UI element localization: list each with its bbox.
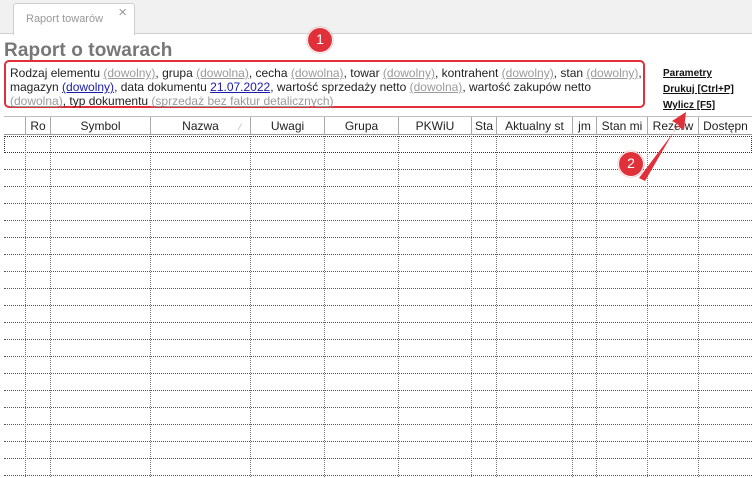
filter-label: , stan [553, 66, 587, 80]
filter-label: , wartość sprzedaży netto [270, 80, 410, 94]
column-header[interactable]: Rezerw [647, 117, 698, 135]
page-title: Raport o towarach [4, 40, 173, 61]
filter-label: , wartość zakupów netto [462, 80, 592, 94]
column-header[interactable]: Stan mi [596, 117, 647, 135]
table-row[interactable] [4, 459, 752, 476]
filter-link-towar[interactable]: (dowolny) [383, 66, 435, 80]
column-header[interactable]: Grupa [324, 117, 398, 135]
filter-label: , towar [343, 66, 383, 80]
filter-link-wartosc-sprzedazy[interactable]: (dowolna) [410, 80, 463, 94]
filter-label: , cecha [248, 66, 291, 80]
filter-label: , data dokumentu [114, 80, 211, 94]
column-divider [596, 136, 597, 478]
filter-link-data-dokumentu[interactable]: 21.07.2022 [210, 80, 270, 94]
column-header[interactable]: Nazwa ⁄ [150, 117, 250, 135]
filter-summary: Rodzaj elementu (dowolny), grupa (dowoln… [4, 60, 645, 108]
sort-icon: ⁄ [239, 122, 241, 132]
table-row[interactable] [4, 221, 752, 238]
column-divider [698, 136, 699, 478]
filter-link-stan[interactable]: (dowolny) [586, 66, 638, 80]
column-header[interactable]: Sta [471, 117, 496, 135]
tab-raport-towarow[interactable]: Raport towarów × [13, 3, 135, 35]
filter-link-rodzaj[interactable]: (dowolny) [103, 66, 155, 80]
wylicz-link[interactable]: Wylicz [F5] [663, 100, 734, 113]
column-header[interactable]: Dostępn [698, 117, 752, 135]
table-row[interactable] [4, 187, 752, 204]
table-row[interactable] [4, 391, 752, 408]
column-divider [150, 136, 151, 478]
annotation-badge-1: 1 [307, 27, 333, 53]
column-divider [572, 136, 573, 478]
filter-link-magazyn[interactable]: (dowolny) [62, 80, 114, 94]
parametry-link[interactable]: Parametry [663, 68, 734, 81]
table-row[interactable] [4, 204, 752, 221]
column-divider [471, 136, 472, 478]
table-row[interactable] [4, 425, 752, 442]
table-row[interactable] [4, 255, 752, 272]
action-links: Parametry Drukuj [Ctrl+P] Wylicz [F5] [663, 68, 734, 116]
table-row[interactable] [4, 408, 752, 425]
filter-link-grupa[interactable]: (dowolna) [196, 66, 249, 80]
filter-label: , grupa [155, 66, 197, 80]
filter-link-kontrahent[interactable]: (dowolny) [502, 66, 554, 80]
filter-line-3: (dowolna), typ dokumentu (sprzedaż bez f… [10, 94, 643, 108]
column-header[interactable]: Symbol [50, 117, 150, 135]
column-header[interactable]: Aktualny st [496, 117, 572, 135]
table-row[interactable] [4, 238, 752, 255]
column-divider [250, 136, 251, 478]
column-divider [25, 136, 26, 478]
grid-rows [4, 136, 752, 478]
column-header-indicator [4, 117, 25, 135]
column-header[interactable]: PKWiU [398, 117, 471, 135]
column-header[interactable]: jm [572, 117, 596, 135]
filter-link-typ-dokumentu[interactable]: (sprzedaż bez faktur detalicznych) [151, 94, 333, 108]
table-row[interactable] [4, 357, 752, 374]
table-row[interactable] [4, 323, 752, 340]
column-divider [324, 136, 325, 478]
filter-label: magazyn [10, 80, 63, 94]
table-row[interactable] [4, 272, 752, 289]
filter-link-cecha[interactable]: (dowolna) [291, 66, 344, 80]
annotation-badge-2: 2 [618, 151, 644, 177]
filter-label: , [638, 66, 642, 80]
column-divider [496, 136, 497, 478]
column-header[interactable]: Uwagi [250, 117, 324, 135]
table-row[interactable] [4, 374, 752, 391]
column-divider [647, 136, 648, 478]
filter-label: Rodzaj elementu [10, 66, 104, 80]
close-icon[interactable]: × [118, 5, 127, 20]
grid-header: Ro Symbol Nazwa ⁄ Uwagi Grupa PKWiU Sta Aktualny… [4, 117, 752, 135]
tab-bar: Raport towarów × [0, 0, 752, 35]
filter-line-1: Rodzaj elementu (dowolny), grupa (dowoln… [10, 66, 643, 80]
table-row[interactable] [4, 306, 752, 323]
column-header[interactable]: Ro [25, 117, 50, 135]
column-divider [398, 136, 399, 478]
table-row[interactable] [4, 442, 752, 459]
table-row[interactable] [4, 136, 752, 153]
filter-link-wartosc-zakupow[interactable]: (dowolna) [10, 94, 63, 108]
drukuj-link[interactable]: Drukuj [Ctrl+P] [663, 84, 734, 97]
table-row[interactable] [4, 289, 752, 306]
column-divider [50, 136, 51, 478]
filter-line-2: magazyn (dowolny), data dokumentu 21.07.… [10, 80, 643, 94]
filter-label: , typ dokumentu [62, 94, 152, 108]
filter-label: , kontrahent [434, 66, 502, 80]
table-row[interactable] [4, 340, 752, 357]
tab-title: Raport towarów [26, 13, 104, 25]
